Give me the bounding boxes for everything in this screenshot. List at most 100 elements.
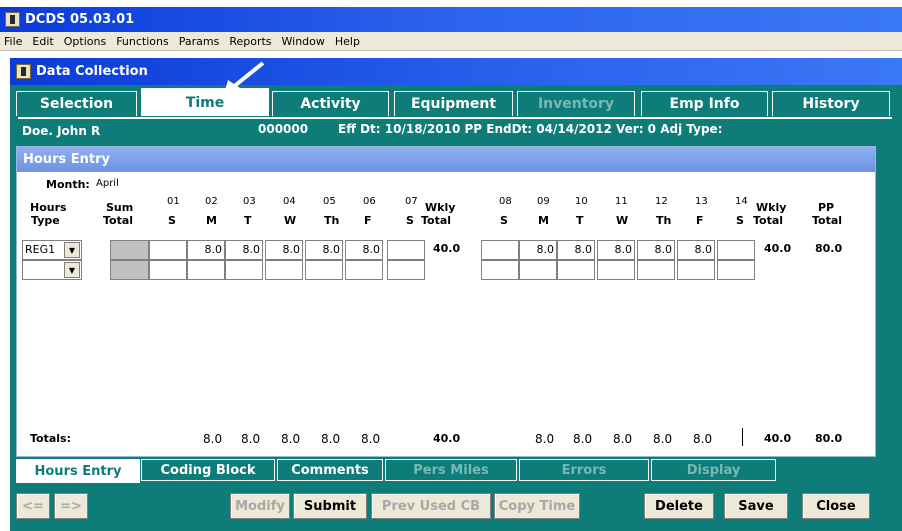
hours-day-cell[interactable]	[225, 260, 263, 280]
submit-button[interactable]: Submit	[293, 493, 367, 519]
tab-pers-miles[interactable]: Pers Miles	[385, 459, 517, 481]
delete-button[interactable]: Delete	[644, 493, 714, 519]
tab-errors[interactable]: Errors	[519, 459, 649, 481]
totals-divider	[742, 428, 743, 446]
hours-day-cell[interactable]: 8.0	[225, 240, 263, 260]
hours-day-cell[interactable]: 8.0	[597, 240, 635, 260]
hours-day-cell[interactable]	[717, 240, 755, 260]
hours-day-cell[interactable]: 8.0	[345, 240, 383, 260]
next-button[interactable]: =>	[54, 493, 88, 519]
prev-button[interactable]: <=	[16, 493, 50, 519]
hours-day-cell[interactable]	[187, 260, 225, 280]
tab-coding-block[interactable]: Coding Block	[141, 459, 275, 481]
menu-file[interactable]: File	[4, 35, 22, 48]
close-button[interactable]: Close	[802, 493, 870, 519]
hours-day-cell[interactable]	[387, 240, 425, 260]
menu-edit[interactable]: Edit	[32, 35, 53, 48]
week2-grand-total: 40.0	[764, 432, 792, 445]
tab-activity[interactable]: Activity	[272, 91, 389, 116]
day-total-value: 8.0	[203, 432, 223, 446]
hours-day-cell[interactable]	[597, 260, 635, 280]
hours-type-value: REG1	[25, 243, 56, 256]
day-number-header: 06	[363, 196, 376, 207]
hours-day-cell[interactable]: 8.0	[305, 240, 343, 260]
day-letter-header: W	[616, 214, 629, 227]
panel-right-border	[876, 146, 890, 457]
day-number-header: 04	[283, 196, 296, 207]
totals-label: Totals:	[30, 432, 71, 445]
tab-equipment[interactable]: Equipment	[394, 91, 513, 116]
day-number-header: 11	[615, 196, 628, 207]
day-letter-header: M	[206, 214, 217, 227]
hours-day-cell[interactable]: 8.0	[677, 240, 715, 260]
hours-day-cell[interactable]	[519, 260, 557, 280]
day-total-value: 8.0	[653, 432, 673, 446]
hours-day-cell[interactable]	[387, 260, 425, 280]
tab-history[interactable]: History	[772, 91, 890, 116]
sum-total-cell	[110, 240, 149, 260]
hours-day-cell[interactable]	[637, 260, 675, 280]
day-total-value: 8.0	[573, 432, 593, 446]
day-letter-header: Th	[656, 214, 672, 227]
sum-total-cell	[110, 260, 149, 280]
day-number-header: 09	[537, 196, 550, 207]
day-total-value: 8.0	[535, 432, 555, 446]
hours-day-cell[interactable]	[717, 260, 755, 280]
menu-help[interactable]: Help	[335, 35, 360, 48]
header-wkly-total-2: Total	[753, 214, 784, 227]
hours-entry-title: Hours Entry	[17, 147, 875, 172]
tab-hours-entry[interactable]: Hours Entry	[16, 459, 140, 483]
app-icon	[5, 12, 20, 27]
hours-day-cell[interactable]	[345, 260, 383, 280]
employee-info-bar: Doe. John R 000000 Eff Dt: 10/18/2010 PP…	[18, 117, 892, 141]
day-number-header: 02	[205, 196, 218, 207]
day-number-header: 14	[735, 196, 748, 207]
tab-inventory[interactable]: Inventory	[517, 91, 635, 116]
tab-display[interactable]: Display	[651, 459, 776, 481]
chevron-down-icon[interactable]: ▼	[64, 262, 80, 278]
hours-day-cell[interactable]: 8.0	[187, 240, 225, 260]
copy-time-button[interactable]: Copy Time	[494, 493, 580, 519]
pp-total-value: 80.0	[815, 242, 843, 255]
day-letter-header: F	[364, 214, 372, 227]
hours-day-cell[interactable]: 8.0	[637, 240, 675, 260]
tab-emp-info[interactable]: Emp Info	[641, 91, 768, 116]
hours-day-cell[interactable]	[557, 260, 595, 280]
day-total-value: 8.0	[693, 432, 713, 446]
hours-day-cell[interactable]	[481, 240, 519, 260]
header-wkly-1: Wkly	[425, 201, 456, 214]
menu-reports[interactable]: Reports	[229, 35, 271, 48]
menu-params[interactable]: Params	[179, 35, 220, 48]
chevron-down-icon[interactable]: ▼	[64, 242, 80, 258]
hours-day-cell[interactable]	[481, 260, 519, 280]
day-number-header: 08	[499, 196, 512, 207]
header-hours: Hours	[30, 201, 67, 214]
week1-total-value: 40.0	[433, 242, 461, 255]
tab-comments[interactable]: Comments	[277, 459, 383, 481]
hours-day-cell[interactable]	[305, 260, 343, 280]
prev-used-cb-button[interactable]: Prev Used CB	[371, 493, 491, 519]
hours-day-cell[interactable]: 8.0	[519, 240, 557, 260]
header-pp: PP	[818, 201, 835, 214]
hours-day-cell[interactable]: 8.0	[265, 240, 303, 260]
child-window-title: Data Collection	[36, 64, 148, 79]
save-button[interactable]: Save	[724, 493, 788, 519]
day-total-value: 8.0	[613, 432, 633, 446]
hours-day-cell[interactable]	[149, 260, 187, 280]
hours-day-cell[interactable]	[265, 260, 303, 280]
pp-grand-total: 80.0	[815, 432, 843, 445]
day-total-value: 8.0	[281, 432, 301, 446]
day-letter-header: T	[244, 214, 252, 227]
menu-options[interactable]: Options	[64, 35, 106, 48]
modify-button[interactable]: Modify	[230, 493, 290, 519]
hours-day-cell[interactable]: 8.0	[557, 240, 595, 260]
hours-day-cell[interactable]	[677, 260, 715, 280]
day-letter-header: M	[538, 214, 549, 227]
hours-day-cell[interactable]	[149, 240, 187, 260]
menu-functions[interactable]: Functions	[116, 35, 169, 48]
menu-window[interactable]: Window	[282, 35, 325, 48]
tab-selection[interactable]: Selection	[16, 91, 137, 116]
month-value: April	[96, 178, 119, 189]
day-number-header: 05	[323, 196, 336, 207]
day-number-header: 07	[405, 196, 418, 207]
